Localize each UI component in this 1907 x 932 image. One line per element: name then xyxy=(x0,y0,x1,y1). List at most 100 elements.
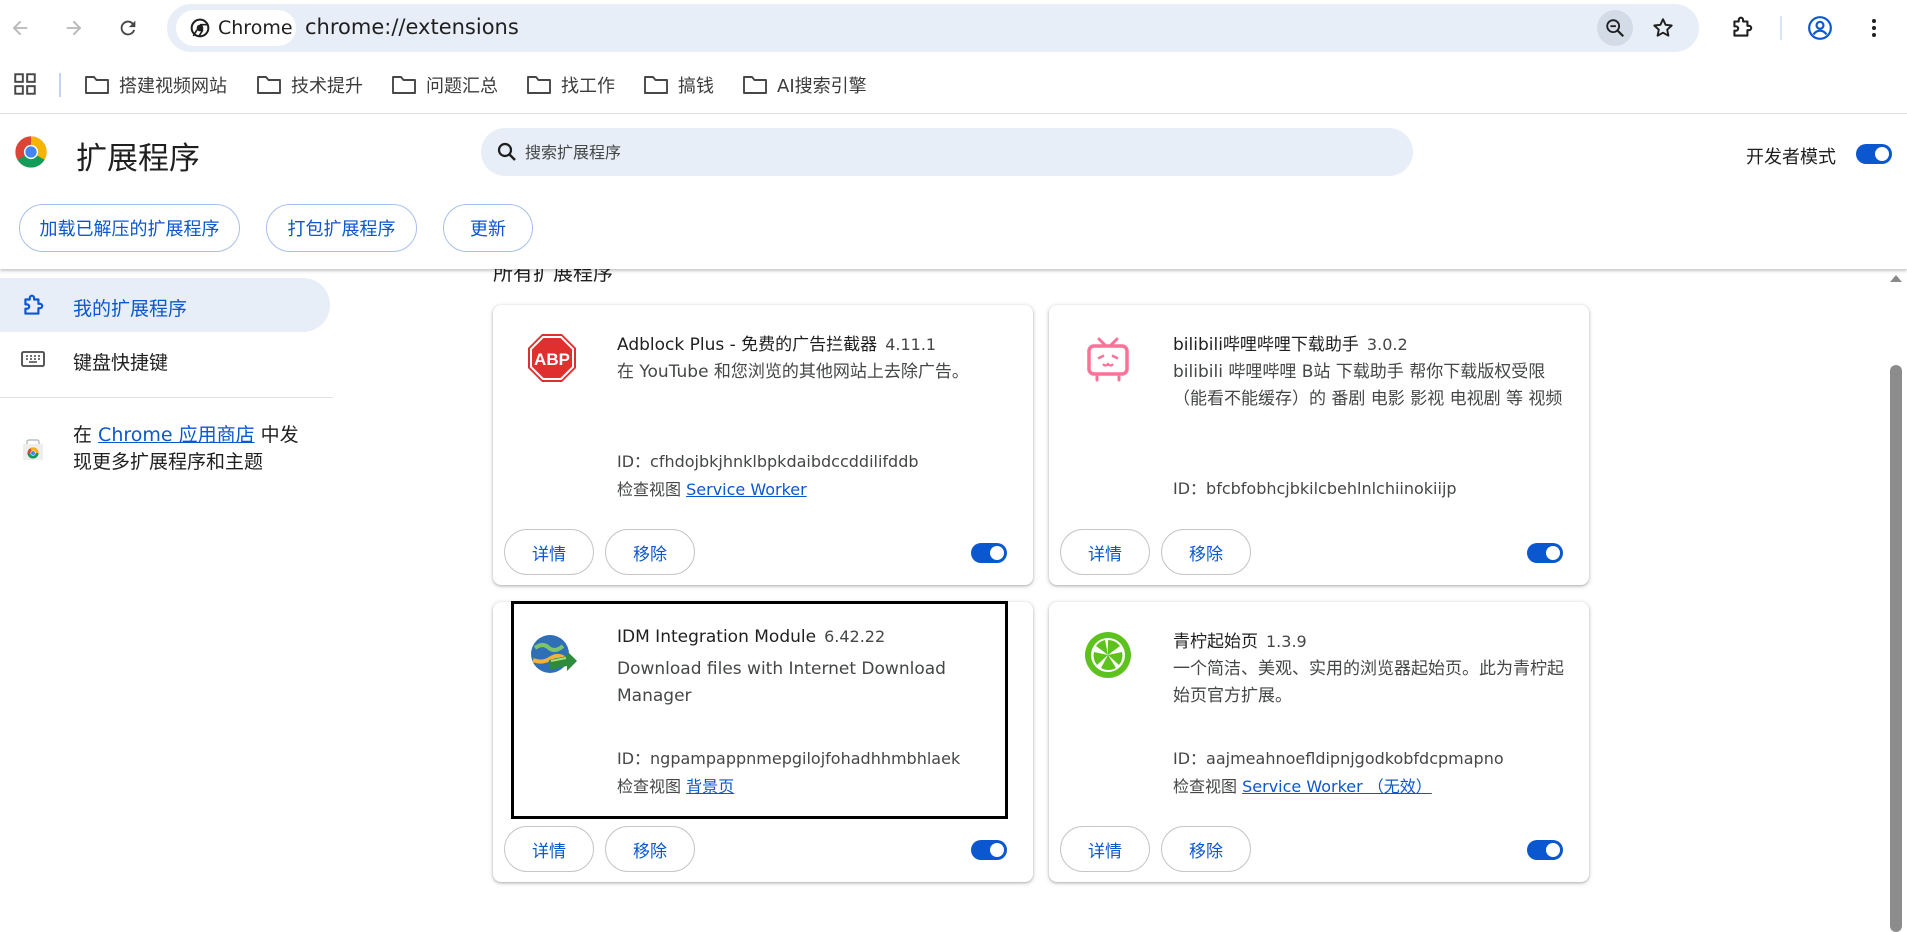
search-input[interactable] xyxy=(525,128,1385,176)
forward-button[interactable] xyxy=(56,10,92,46)
extension-enable-toggle[interactable] xyxy=(1527,840,1563,860)
bookmark-folder-1[interactable]: 搭建视频网站 xyxy=(84,69,227,101)
url-text[interactable]: chrome://extensions xyxy=(305,15,519,39)
site-chip-label: Chrome xyxy=(218,17,293,39)
bookmark-folder-3[interactable]: 问题汇总 xyxy=(391,69,498,101)
extension-id: ID：ngpampappnmepgilojfohadhhmbhlaek xyxy=(617,749,961,768)
toolbar-separator xyxy=(1780,16,1782,40)
sidebar-item-keyboard-shortcuts[interactable]: 键盘快捷键 xyxy=(73,348,168,375)
remove-button[interactable]: 移除 xyxy=(1161,826,1251,872)
bookmarks-bar: 搭建视频网站 技术提升 问题汇总 找工作 搞钱 AI搜索引擎 xyxy=(0,64,1907,106)
folder-icon xyxy=(392,76,416,94)
reload-icon xyxy=(120,20,136,36)
inspect-view-link[interactable]: Service Worker （无效） xyxy=(1242,777,1432,796)
details-button[interactable]: 详情 xyxy=(1060,826,1150,872)
bookmark-folder-2[interactable]: 技术提升 xyxy=(256,69,363,101)
extension-id: ID：bfcbfobhcjbkilcbehlnlchiinokiijp xyxy=(1173,479,1457,498)
idm-globe-icon xyxy=(527,630,577,680)
extension-enable-toggle[interactable] xyxy=(971,840,1007,860)
scroll-up-arrow-icon[interactable] xyxy=(1890,275,1902,282)
remove-label: 移除 xyxy=(1189,841,1223,862)
bilibili-tv-icon xyxy=(1083,333,1133,383)
extensions-puzzle-icon xyxy=(1733,16,1753,37)
apps-grid-icon xyxy=(14,73,36,95)
scrollbar-thumb[interactable] xyxy=(1890,365,1902,932)
details-label: 详情 xyxy=(532,841,566,862)
apps-button[interactable] xyxy=(12,71,38,97)
extension-description: 一个简洁、美观、实用的浏览器起始页。此为青柠起始页官方扩展。 xyxy=(1173,659,1564,706)
bookmarks-separator xyxy=(59,73,61,97)
remove-button[interactable]: 移除 xyxy=(605,826,695,872)
remove-button[interactable]: 移除 xyxy=(605,529,695,575)
site-chip[interactable]: Chrome xyxy=(176,10,296,46)
inspect-views-label: 检查视图 xyxy=(617,480,682,499)
profile-icon xyxy=(1808,16,1832,40)
inspect-views-label: 检查视图 xyxy=(617,777,682,796)
folder-icon xyxy=(85,76,109,94)
update-label: 更新 xyxy=(470,219,506,240)
bookmark-label: 找工作 xyxy=(561,76,615,97)
search-extensions-box[interactable] xyxy=(481,128,1413,176)
puzzle-icon xyxy=(20,293,46,319)
extension-card-qingning: 青柠起始页 1.3.9 一个简洁、美观、实用的浏览器起始页。此为青柠起始页官方扩展… xyxy=(1049,602,1589,882)
bookmark-folder-5[interactable]: 搞钱 xyxy=(643,69,714,101)
extensions-menu-button[interactable] xyxy=(1724,10,1760,46)
extension-card-adblock-plus: ABP Adblock Plus - 免费的广告拦截器 4.11.1 在 YouT… xyxy=(493,305,1033,585)
extension-card-bilibili: bilibili哔哩哔哩下载助手 3.0.2 bilibili 哔哩哔哩 B站 下… xyxy=(1049,305,1589,585)
extension-enable-toggle[interactable] xyxy=(971,543,1007,563)
update-button[interactable]: 更新 xyxy=(443,204,533,252)
lime-slice-icon xyxy=(1083,630,1133,680)
chrome-logo-icon xyxy=(190,18,210,38)
extension-card-idm: IDM Integration Module 6.42.22 Download f… xyxy=(493,602,1033,882)
bookmark-label: 搭建视频网站 xyxy=(119,76,227,97)
extensions-header: 扩展程序 开发者模式 加载已解压的扩展程序 打包扩展程序 更新 xyxy=(0,114,1907,269)
page-title: 扩展程序 xyxy=(76,141,200,177)
chrome-web-store-link[interactable]: Chrome 应用商店 xyxy=(98,424,255,446)
svg-text:ABP: ABP xyxy=(534,350,570,369)
details-label: 详情 xyxy=(1088,841,1122,862)
sidebar-divider xyxy=(0,397,333,398)
web-store-promo: 在 Chrome 应用商店 中发现更多扩展程序和主题 xyxy=(73,422,313,476)
bookmark-folder-4[interactable]: 找工作 xyxy=(526,69,615,101)
load-unpacked-button[interactable]: 加载已解压的扩展程序 xyxy=(19,204,240,252)
details-button[interactable]: 详情 xyxy=(504,826,594,872)
back-icon xyxy=(12,20,28,36)
adblock-plus-icon: ABP xyxy=(527,333,577,383)
folder-icon xyxy=(527,76,551,94)
browser-toolbar: Chrome chrome://extensions xyxy=(0,0,1907,56)
keyboard-icon xyxy=(21,351,45,367)
sidebar-item-shortcuts-icon-wrap xyxy=(20,349,46,369)
remove-button[interactable]: 移除 xyxy=(1161,529,1251,575)
chrome-menu-button[interactable] xyxy=(1856,10,1892,46)
page-scrollbar[interactable] xyxy=(1885,269,1907,932)
details-button[interactable]: 详情 xyxy=(1060,529,1150,575)
reload-button[interactable] xyxy=(110,10,146,46)
inspect-views-label: 检查视图 xyxy=(1173,777,1238,796)
store-prefix: 在 xyxy=(73,424,99,446)
address-bar[interactable]: Chrome chrome://extensions xyxy=(167,4,1699,52)
star-icon xyxy=(1653,18,1673,37)
folder-icon xyxy=(743,76,767,94)
extension-description: Download files with Internet Download Ma… xyxy=(617,659,946,706)
back-button[interactable] xyxy=(2,10,38,46)
zoom-icon xyxy=(1606,19,1625,38)
extension-name: IDM Integration Module xyxy=(617,627,817,647)
pack-extension-button[interactable]: 打包扩展程序 xyxy=(266,204,417,252)
developer-mode-toggle[interactable] xyxy=(1856,144,1892,164)
bookmark-folder-6[interactable]: AI搜索引擎 xyxy=(742,69,867,101)
kebab-menu-icon xyxy=(1872,19,1876,37)
extension-id: ID：aajmeahnoefldipnjgodkobfdcpmapno xyxy=(1173,749,1504,768)
bookmark-star-button[interactable] xyxy=(1645,10,1681,46)
inspect-view-link[interactable]: Service Worker xyxy=(686,480,807,499)
extension-version: 6.42.22 xyxy=(824,627,886,646)
zoom-button[interactable] xyxy=(1597,10,1633,46)
pack-extension-label: 打包扩展程序 xyxy=(287,219,396,240)
profile-button[interactable] xyxy=(1802,10,1838,46)
folder-icon xyxy=(644,76,668,94)
chrome-color-logo-icon xyxy=(14,135,48,169)
details-button[interactable]: 详情 xyxy=(504,529,594,575)
extension-description: 在 YouTube 和您浏览的其他网站上去除广告。 xyxy=(617,362,969,382)
inspect-view-link[interactable]: 背景页 xyxy=(686,777,734,796)
sidebar-item-label: 我的扩展程序 xyxy=(73,298,188,320)
extension-enable-toggle[interactable] xyxy=(1527,543,1563,563)
